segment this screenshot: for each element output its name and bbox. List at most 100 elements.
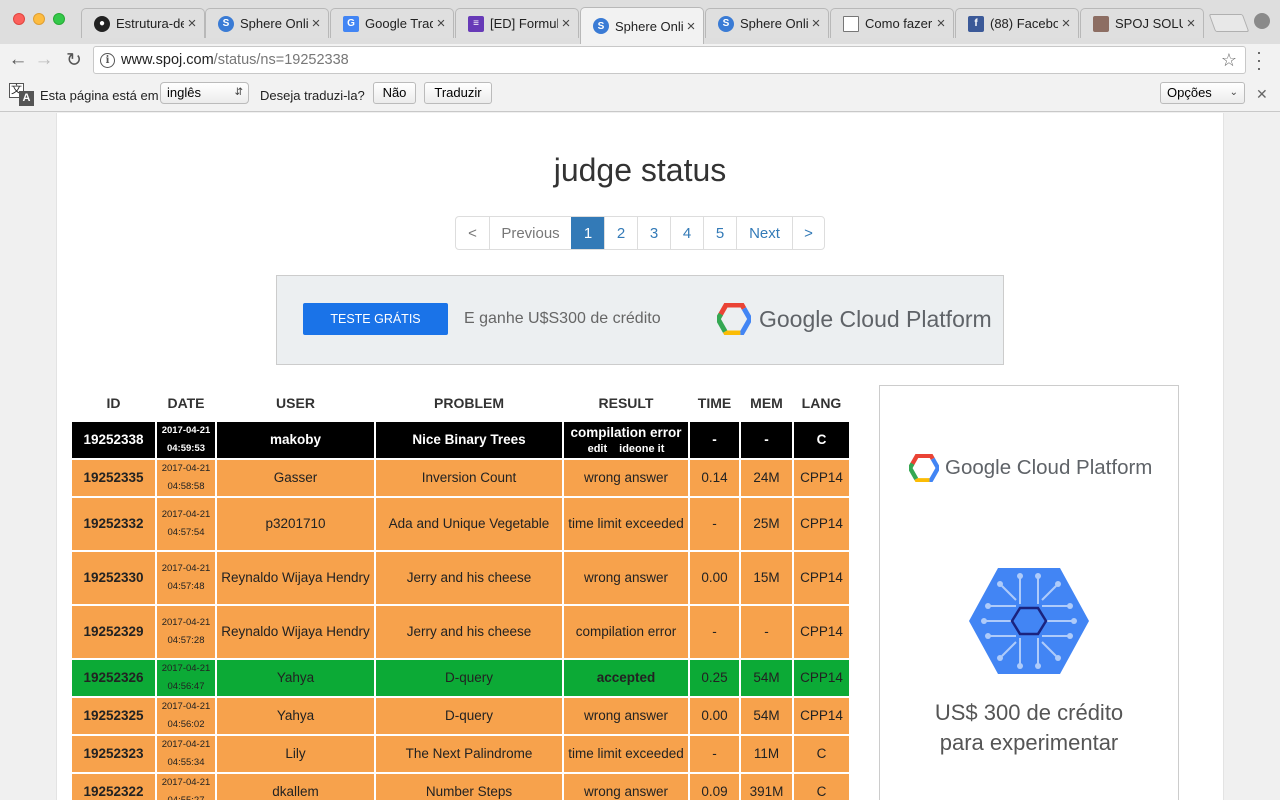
page-2-button[interactable]: 2 bbox=[604, 217, 637, 249]
next-page-button[interactable]: Next bbox=[736, 217, 792, 249]
side-ad[interactable]: Google Cloud Platform US$ 300 de crédito bbox=[879, 385, 1179, 800]
submission-id[interactable]: 19252338 bbox=[72, 422, 155, 458]
user-link[interactable]: Reynaldo Wijaya Hendry bbox=[217, 606, 374, 658]
submission-id[interactable]: 19252326 bbox=[72, 660, 155, 696]
submission-id[interactable]: 19252325 bbox=[72, 698, 155, 734]
no-translate-button[interactable]: Não bbox=[373, 82, 416, 104]
previous-page-button[interactable]: Previous bbox=[489, 217, 571, 249]
new-tab-button[interactable] bbox=[1208, 14, 1250, 32]
page-4-button[interactable]: 4 bbox=[670, 217, 703, 249]
language: CPP14 bbox=[794, 660, 849, 696]
submission-id[interactable]: 19252322 bbox=[72, 774, 155, 800]
browser-menu-icon[interactable]: · · · bbox=[1254, 43, 1264, 77]
browser-tab[interactable]: S Sphere Onlin× bbox=[705, 8, 829, 38]
url-text[interactable]: www.spoj.com/status/ns=19252338 bbox=[121, 52, 349, 68]
column-header-mem[interactable]: MEM bbox=[741, 386, 792, 420]
tab-close-icon[interactable]: × bbox=[1183, 15, 1199, 32]
page-3-button[interactable]: 3 bbox=[637, 217, 670, 249]
info-icon[interactable]: i bbox=[100, 52, 115, 68]
spoj-icon: S bbox=[593, 18, 609, 34]
free-trial-button[interactable]: TESTE GRÁTIS bbox=[303, 303, 448, 335]
submission-id[interactable]: 19252329 bbox=[72, 606, 155, 658]
user-link[interactable]: Gasser bbox=[217, 460, 374, 496]
result-cell: wrong answer bbox=[564, 774, 688, 800]
tab-close-icon[interactable]: × bbox=[433, 15, 449, 32]
submission-id[interactable]: 19252330 bbox=[72, 552, 155, 604]
column-header-result[interactable]: RESULT bbox=[564, 386, 688, 420]
reload-button[interactable]: ↻ bbox=[61, 47, 87, 73]
cloud-banner-ad[interactable]: TESTE GRÁTIS E ganhe U$S300 de crédito G… bbox=[276, 275, 1004, 365]
translate-button[interactable]: Traduzir bbox=[424, 82, 492, 104]
date-day: 2017-04-21 bbox=[161, 663, 211, 674]
browser-tab[interactable]: f (88) Facebo × bbox=[955, 8, 1079, 38]
column-header-date[interactable]: DATE bbox=[157, 386, 215, 420]
profile-icon[interactable] bbox=[1254, 13, 1270, 29]
close-translate-icon[interactable]: ✕ bbox=[1256, 86, 1268, 103]
browser-tab[interactable]: SPOJ SOLUT× bbox=[1080, 8, 1204, 38]
problem-link[interactable]: Number Steps bbox=[376, 774, 562, 800]
user-link[interactable]: Reynaldo Wijaya Hendry bbox=[217, 552, 374, 604]
table-row: 19252329 2017-04-21 04:57:28 Reynaldo Wijay… bbox=[72, 606, 849, 658]
tab-close-icon[interactable]: × bbox=[308, 15, 324, 32]
problem-link[interactable]: Ada and Unique Vegetable bbox=[376, 498, 562, 550]
tab-title: (88) Facebo bbox=[990, 16, 1058, 31]
tab-close-icon[interactable]: × bbox=[683, 18, 699, 35]
language-select[interactable]: inglês ⇵ bbox=[160, 82, 249, 104]
column-header-user[interactable]: USER bbox=[217, 386, 374, 420]
table-row: 19252330 2017-04-21 04:57:48 Reynaldo Wijay… bbox=[72, 552, 849, 604]
status-table: ID DATE USER PROBLEM RESULT TIME MEM LANG 19252… bbox=[70, 384, 851, 800]
address-bar[interactable]: i www.spoj.com/status/ns=19252338 ☆ bbox=[93, 46, 1246, 74]
submission-id[interactable]: 19252332 bbox=[72, 498, 155, 550]
problem-link[interactable]: Jerry and his cheese bbox=[376, 606, 562, 658]
user-link[interactable]: Yahya bbox=[217, 660, 374, 696]
user-link[interactable]: dkallem bbox=[217, 774, 374, 800]
browser-tab[interactable]: S Sphere Onlin× bbox=[205, 8, 329, 38]
problem-link[interactable]: The Next Palindrome bbox=[376, 736, 562, 772]
problem-link[interactable]: D-query bbox=[376, 698, 562, 734]
browser-tab[interactable]: ≡ [ED] Formula× bbox=[455, 8, 579, 38]
last-page-button[interactable]: > bbox=[792, 217, 824, 249]
gcp-logo-icon bbox=[909, 454, 939, 482]
result-cell: wrong answer bbox=[564, 698, 688, 734]
ideone-link[interactable]: ideone it bbox=[619, 443, 664, 455]
first-page-button[interactable]: < bbox=[456, 217, 489, 249]
language: CPP14 bbox=[794, 606, 849, 658]
browser-tab[interactable]: G Google Trad × bbox=[330, 8, 454, 38]
spoj-icon: S bbox=[718, 15, 734, 32]
window-close-button[interactable] bbox=[13, 13, 25, 25]
column-header-lang[interactable]: LANG bbox=[794, 386, 849, 420]
browser-tab[interactable]: ● Estrutura-de × bbox=[81, 8, 205, 38]
window-maximize-button[interactable] bbox=[53, 13, 65, 25]
problem-link[interactable]: Jerry and his cheese bbox=[376, 552, 562, 604]
column-header-time[interactable]: TIME bbox=[690, 386, 739, 420]
submission-date: 2017-04-21 04:59:53 bbox=[157, 422, 215, 458]
submission-id[interactable]: 19252335 bbox=[72, 460, 155, 496]
tab-close-icon[interactable]: × bbox=[184, 15, 200, 32]
user-link[interactable]: Yahya bbox=[217, 698, 374, 734]
tab-close-icon[interactable]: × bbox=[933, 15, 949, 32]
column-header-problem[interactable]: PROBLEM bbox=[376, 386, 562, 420]
page-5-button[interactable]: 5 bbox=[703, 217, 736, 249]
back-button[interactable]: ← bbox=[5, 47, 31, 73]
problem-link[interactable]: D-query bbox=[376, 660, 562, 696]
user-link[interactable]: makoby bbox=[217, 422, 374, 458]
problem-link[interactable]: Nice Binary Trees bbox=[376, 422, 562, 458]
edit-link[interactable]: edit bbox=[588, 443, 608, 455]
column-header-id[interactable]: ID bbox=[72, 386, 155, 420]
user-link[interactable]: Lily bbox=[217, 736, 374, 772]
tab-close-icon[interactable]: × bbox=[1058, 15, 1074, 32]
browser-tab[interactable]: S Sphere Onlin× bbox=[580, 7, 704, 44]
tab-close-icon[interactable]: × bbox=[558, 15, 574, 32]
bookmark-star-icon[interactable]: ☆ bbox=[1221, 50, 1237, 71]
forward-button[interactable]: → bbox=[31, 47, 57, 73]
submission-id[interactable]: 19252323 bbox=[72, 736, 155, 772]
tab-close-icon[interactable]: × bbox=[808, 15, 824, 32]
user-link[interactable]: p3201710 bbox=[217, 498, 374, 550]
options-select[interactable]: Opções ⌄ bbox=[1160, 82, 1245, 104]
table-row: 19252326 2017-04-21 04:56:47 Yahya D-query ac… bbox=[72, 660, 849, 696]
page-1-button[interactable]: 1 bbox=[571, 217, 604, 249]
run-time: - bbox=[690, 736, 739, 772]
browser-tab[interactable]: Como fazer × bbox=[830, 8, 954, 38]
problem-link[interactable]: Inversion Count bbox=[376, 460, 562, 496]
window-minimize-button[interactable] bbox=[33, 13, 45, 25]
